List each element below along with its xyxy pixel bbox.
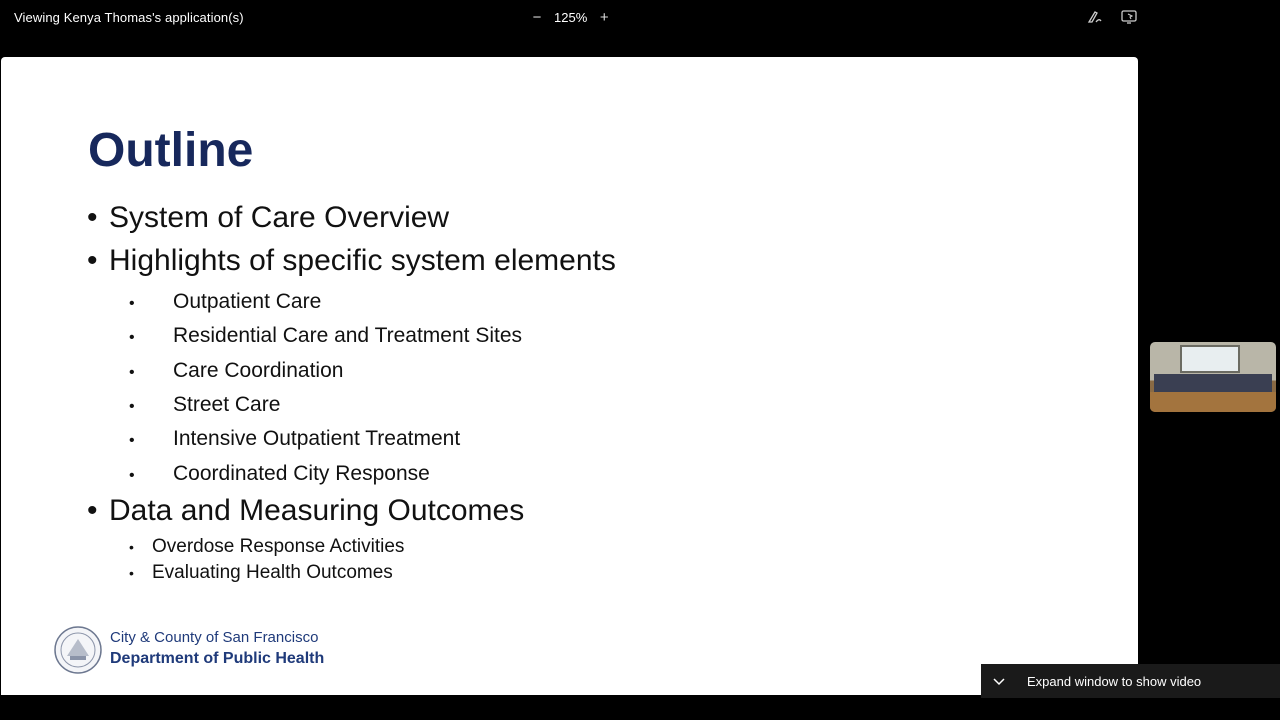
bullet-glyph: • (129, 539, 134, 555)
sub-bullet-text: Outpatient Care (173, 290, 322, 313)
zoom-level: 125% (554, 9, 588, 25)
bullet-glyph: • (129, 329, 135, 346)
bullet-glyph: • (87, 494, 98, 527)
zoom-in-button[interactable]: + (595, 8, 613, 26)
remote-control-icon[interactable] (1120, 8, 1138, 26)
bullet-glyph: • (129, 565, 134, 581)
room-floor (1150, 392, 1276, 412)
city-seal-logo (54, 626, 102, 674)
sub-bullet-item: • Evaluating Health Outcomes (129, 562, 393, 584)
expand-video-button[interactable]: Expand window to show video (981, 664, 1280, 698)
bullet-glyph: • (87, 201, 98, 234)
participant-video-thumbnail[interactable] (1150, 342, 1276, 412)
department-name: Department of Public Health (110, 650, 325, 667)
org-name: City & County of San Francisco (110, 629, 319, 646)
bullet-item: • System of Care Overview (87, 201, 449, 235)
room-desk (1154, 374, 1272, 392)
sub-bullet-item: • Care Coordination (129, 359, 343, 383)
bullet-item: • Data and Measuring Outcomes (87, 494, 524, 528)
expand-video-label: Expand window to show video (1027, 673, 1202, 689)
sub-bullet-text: Residential Care and Treatment Sites (173, 324, 523, 347)
share-title: Viewing Kenya Thomas's application(s) (14, 10, 244, 25)
sub-bullet-text: Care Coordination (173, 359, 344, 382)
sub-bullet-item: • Overdose Response Activities (129, 536, 404, 558)
chevron-down-icon (993, 678, 1005, 686)
sub-bullet-text: Coordinated City Response (173, 462, 430, 485)
slide-title: Outline (88, 124, 254, 177)
bullet-glyph: • (87, 244, 98, 277)
bullet-glyph: • (129, 467, 135, 484)
sub-bullet-text: Evaluating Health Outcomes (152, 562, 393, 583)
toolbar-icons (1086, 8, 1138, 26)
screen-share-toolbar: Viewing Kenya Thomas's application(s) − … (0, 0, 1280, 36)
bullet-text: System of Care Overview (109, 201, 450, 234)
sub-bullet-item: • Intensive Outpatient Treatment (129, 427, 460, 451)
bullet-item: • Highlights of specific system elements (87, 244, 616, 278)
sub-bullet-text: Overdose Response Activities (152, 536, 405, 557)
sub-bullet-item: • Street Care (129, 393, 280, 417)
bullet-glyph: • (129, 295, 135, 312)
pen-annotate-icon[interactable] (1086, 8, 1104, 26)
bullet-glyph: • (129, 398, 135, 415)
sub-bullet-item: • Residential Care and Treatment Sites (129, 324, 522, 348)
zoom-controls: − 125% + (528, 8, 613, 26)
bullet-text: Data and Measuring Outcomes (109, 494, 525, 527)
zoom-out-button[interactable]: − (528, 8, 546, 26)
bullet-glyph: • (129, 364, 135, 381)
bullet-text: Highlights of specific system elements (109, 244, 616, 277)
sub-bullet-text: Street Care (173, 393, 281, 416)
room-screen (1180, 345, 1240, 373)
sub-bullet-item: • Outpatient Care (129, 290, 321, 314)
sub-bullet-item: • Coordinated City Response (129, 462, 430, 486)
sub-bullet-text: Intensive Outpatient Treatment (173, 427, 461, 450)
bullet-glyph: • (129, 432, 135, 449)
shared-slide: Outline • System of Care Overview • Highli… (1, 57, 1138, 695)
